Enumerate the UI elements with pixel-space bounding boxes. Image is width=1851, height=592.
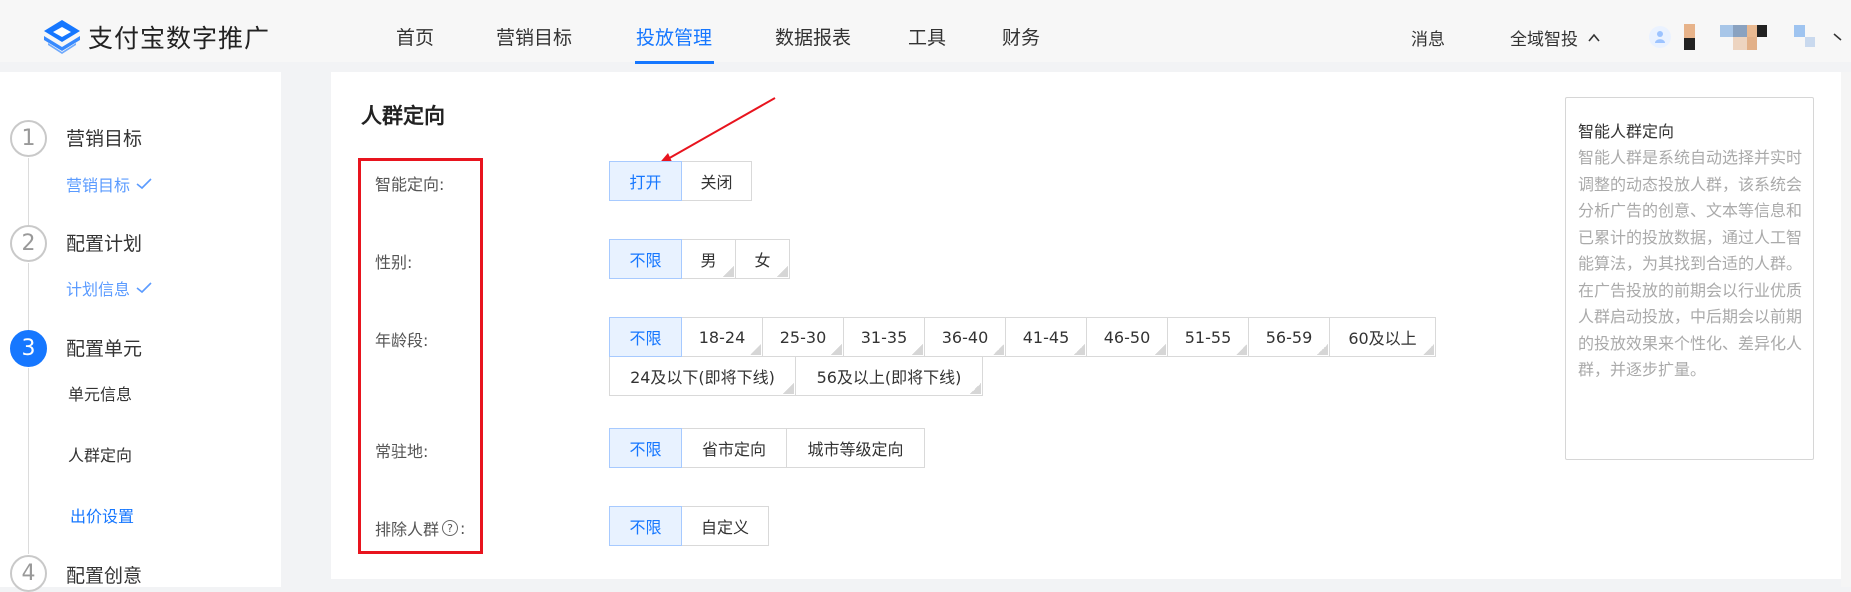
age-range-options-row2: 24及以下(即将下线) 56及以上(即将下线) bbox=[609, 356, 983, 396]
redacted-user-info bbox=[1805, 37, 1815, 47]
age-option-button[interactable]: 31-35 bbox=[843, 317, 925, 357]
nav-delivery-management[interactable]: 投放管理 bbox=[636, 23, 712, 50]
scrollbar[interactable] bbox=[1841, 72, 1851, 587]
age-option-button[interactable]: 18-24 bbox=[681, 317, 763, 357]
age-range-label: 年龄段: bbox=[375, 331, 429, 350]
chevron-up-icon bbox=[1588, 33, 1600, 42]
step-2-sub-plan-info[interactable]: 计划信息 bbox=[66, 276, 152, 300]
help-panel-title: 智能人群定向 bbox=[1578, 122, 1675, 141]
gender-any-button[interactable]: 不限 bbox=[609, 239, 682, 279]
step-3-title[interactable]: 配置单元 bbox=[66, 334, 142, 361]
residence-province-city-button[interactable]: 省市定向 bbox=[681, 428, 787, 468]
exclude-any-button[interactable]: 不限 bbox=[609, 506, 682, 546]
age-option-button[interactable]: 36-40 bbox=[924, 317, 1006, 357]
help-panel-body: 智能人群是系统自动选择并实时调整的动态投放人群，该系统会分析广告的创意、文本等信… bbox=[1578, 148, 1803, 379]
app-logo[interactable]: 支付宝数字推广 bbox=[40, 18, 270, 56]
messages-link[interactable]: 消息 bbox=[1411, 25, 1445, 50]
gender-label: 性别: bbox=[375, 253, 413, 272]
gender-female-button[interactable]: 女 bbox=[735, 239, 790, 279]
redacted-user-info bbox=[1720, 25, 1733, 37]
smart-targeting-off-button[interactable]: 关闭 bbox=[681, 161, 752, 201]
redacted-user-info bbox=[1757, 25, 1767, 37]
step-connector bbox=[28, 368, 29, 554]
exclude-audience-options: 不限 自定义 bbox=[609, 506, 769, 546]
step-2-title[interactable]: 配置计划 bbox=[66, 229, 142, 256]
age-option-button[interactable]: 56及以上(即将下线) bbox=[795, 356, 983, 396]
step-3-sub-unit-info[interactable]: 单元信息 bbox=[68, 381, 132, 405]
step-connector bbox=[28, 263, 29, 331]
redacted-user-info bbox=[1747, 37, 1757, 50]
sub-item-label: 计划信息 bbox=[66, 280, 131, 299]
exclude-custom-button[interactable]: 自定义 bbox=[681, 506, 769, 546]
age-option-button[interactable]: 60及以上 bbox=[1329, 317, 1436, 357]
exclude-audience-label: 排除人群 ? : bbox=[375, 516, 465, 540]
age-option-button[interactable]: 25-30 bbox=[762, 317, 844, 357]
logo-icon bbox=[44, 20, 80, 54]
redacted-user-info bbox=[1733, 37, 1747, 50]
gender-male-button[interactable]: 男 bbox=[681, 239, 736, 279]
redacted-user-info bbox=[1684, 38, 1695, 50]
exclude-audience-label-text: 排除人群 bbox=[375, 520, 440, 539]
step-3-sub-bid-settings[interactable]: 出价设置 bbox=[70, 503, 134, 527]
nav-data-reports[interactable]: 数据报表 bbox=[775, 23, 851, 50]
smart-targeting-label: 智能定向: bbox=[375, 175, 445, 194]
check-icon bbox=[136, 282, 152, 294]
redacted-user-info bbox=[1794, 25, 1805, 37]
annotation-highlight-box bbox=[358, 158, 483, 554]
step-2-number: 2 bbox=[10, 225, 47, 262]
redacted-user-info bbox=[1684, 24, 1695, 38]
user-icon bbox=[1655, 31, 1665, 43]
age-any-button[interactable]: 不限 bbox=[609, 317, 682, 357]
age-option-button[interactable]: 24及以下(即将下线) bbox=[609, 356, 796, 396]
age-option-button[interactable]: 56-59 bbox=[1248, 317, 1330, 357]
app-name: 支付宝数字推广 bbox=[88, 24, 271, 53]
top-navigation-bar: 支付宝数字推广 首页 营销目标 投放管理 数据报表 工具 财务 消息 全域智投 bbox=[0, 0, 1851, 64]
step-1-sub-marketing-goal[interactable]: 营销目标 bbox=[66, 172, 152, 196]
step-1-title[interactable]: 营销目标 bbox=[66, 124, 142, 151]
check-icon bbox=[136, 178, 152, 190]
scope-label: 全域智投 bbox=[1510, 30, 1578, 50]
step-1-number: 1 bbox=[10, 120, 47, 157]
redacted-user-info bbox=[1747, 25, 1757, 37]
label-colon: : bbox=[460, 518, 466, 538]
nav-finance[interactable]: 财务 bbox=[1002, 23, 1040, 50]
step-4-title[interactable]: 配置创意 bbox=[66, 561, 142, 588]
gender-options: 不限 男 女 bbox=[609, 239, 790, 279]
step-4-number: 4 bbox=[10, 555, 47, 592]
nav-home[interactable]: 首页 bbox=[396, 23, 434, 50]
age-range-options: 不限 18-24 25-30 31-35 36-40 41-45 46-50 5… bbox=[609, 317, 1436, 357]
smart-targeting-on-button[interactable]: 打开 bbox=[609, 161, 682, 201]
age-option-button[interactable]: 41-45 bbox=[1005, 317, 1087, 357]
scope-dropdown[interactable]: 全域智投 bbox=[1510, 25, 1600, 50]
smart-targeting-toggle: 打开 关闭 bbox=[609, 161, 752, 201]
step-3-number: 3 bbox=[10, 330, 47, 367]
nav-marketing-goal[interactable]: 营销目标 bbox=[496, 23, 572, 50]
active-nav-indicator bbox=[635, 61, 714, 64]
sub-item-label: 营销目标 bbox=[66, 176, 131, 195]
residence-options: 不限 省市定向 城市等级定向 bbox=[609, 428, 925, 468]
section-title: 人群定向 bbox=[361, 104, 445, 128]
residence-city-tier-button[interactable]: 城市等级定向 bbox=[786, 428, 925, 468]
residence-label: 常驻地: bbox=[375, 442, 429, 461]
redacted-user-info bbox=[1733, 25, 1747, 37]
help-circle-icon[interactable]: ? bbox=[442, 520, 459, 536]
step-3-sub-audience-targeting[interactable]: 人群定向 bbox=[68, 442, 132, 466]
smart-audience-help-panel: 智能人群定向 智能人群是系统自动选择并实时调整的动态投放人群，该系统会分析广告的… bbox=[1565, 97, 1814, 460]
residence-any-button[interactable]: 不限 bbox=[609, 428, 682, 468]
age-option-button[interactable]: 51-55 bbox=[1167, 317, 1249, 357]
avatar[interactable] bbox=[1649, 26, 1671, 48]
age-option-button[interactable]: 46-50 bbox=[1086, 317, 1168, 357]
nav-tools[interactable]: 工具 bbox=[908, 23, 946, 50]
chevron-down-icon[interactable] bbox=[1833, 32, 1843, 42]
step-connector bbox=[28, 158, 29, 226]
